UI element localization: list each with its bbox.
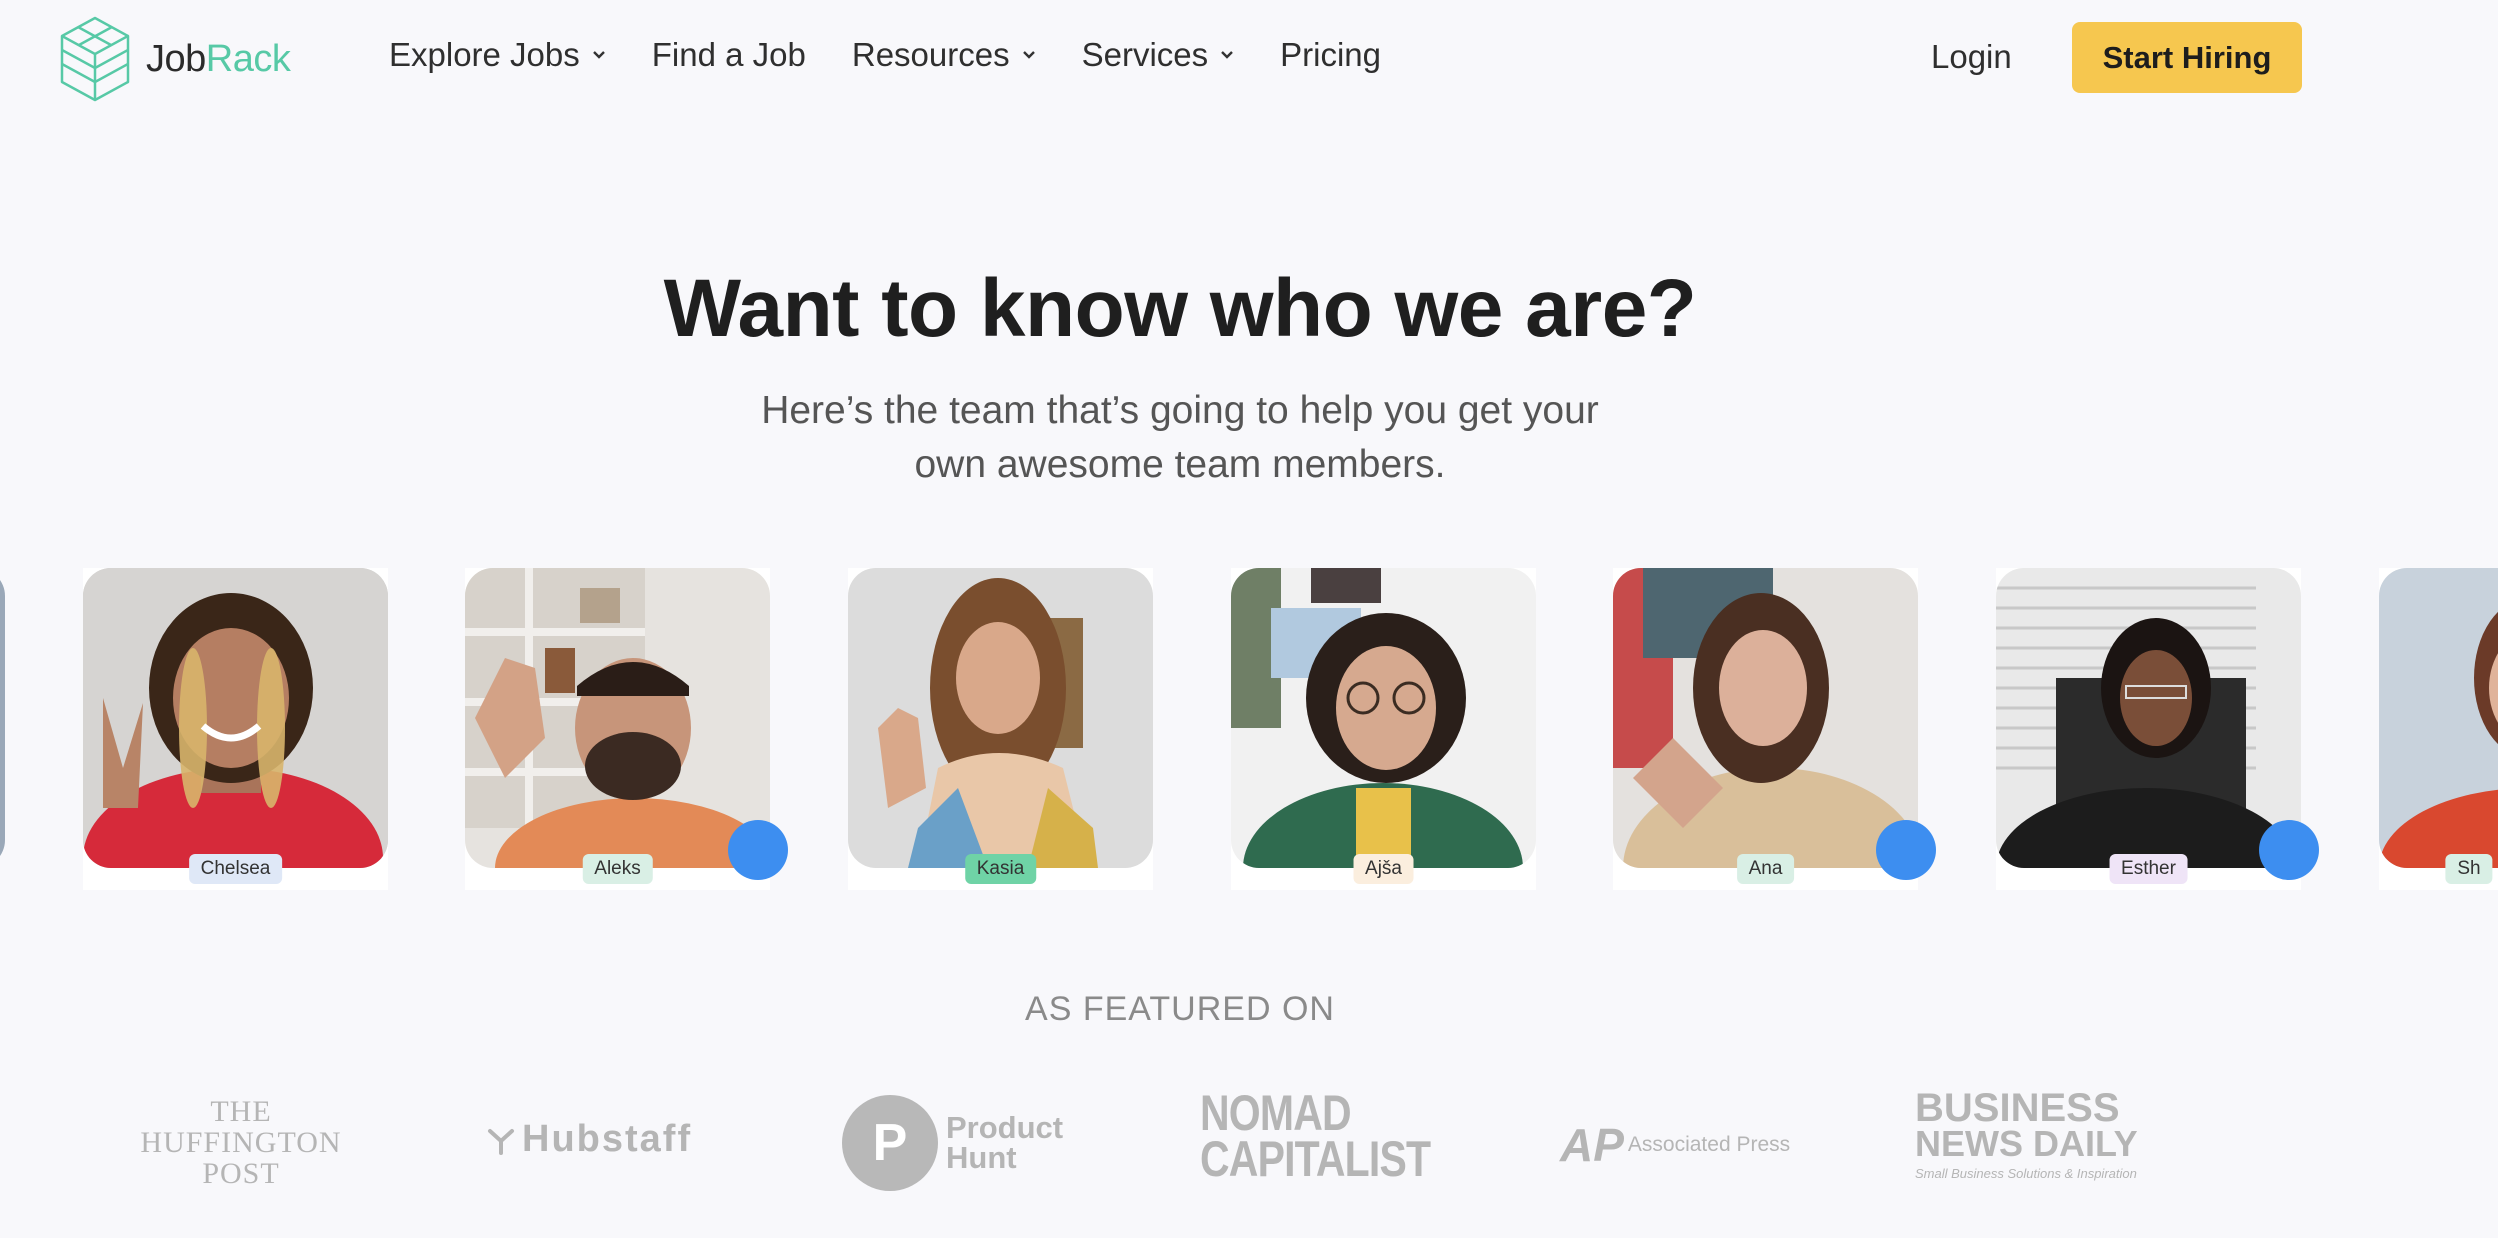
bnd-line-1: BUSINESS bbox=[1915, 1086, 2120, 1130]
product-hunt-icon: P bbox=[842, 1095, 938, 1191]
nav-pricing[interactable]: Pricing bbox=[1280, 36, 1381, 74]
product-hunt-logo: P Product Hunt bbox=[842, 1095, 1063, 1191]
nav-services-label: Services bbox=[1081, 36, 1209, 73]
team-card-ana[interactable]: Ana bbox=[1613, 568, 1936, 890]
team-name-tag: Kasia bbox=[964, 854, 1037, 884]
nav-resources-label: Resources bbox=[851, 36, 1010, 73]
nav-explore-jobs[interactable]: Explore Jobs bbox=[389, 36, 606, 74]
decorative-dot bbox=[728, 820, 788, 880]
ap-mark: AP bbox=[1560, 1119, 1624, 1171]
team-name-tag: Aleks bbox=[582, 854, 653, 884]
nomad-line-2: CAPITALIST bbox=[1200, 1131, 1431, 1187]
associated-press-logo: AP Associated Press bbox=[1560, 1118, 1790, 1172]
huffington-line-1: THE bbox=[210, 1095, 272, 1128]
decorative-dot bbox=[1876, 820, 1936, 880]
start-hiring-button[interactable]: Start Hiring bbox=[2072, 22, 2302, 93]
team-photo bbox=[83, 568, 388, 868]
nav-links: Explore Jobs Find a Job Resources Servic… bbox=[389, 36, 1427, 74]
bnd-tagline: Small Business Solutions & Inspiration bbox=[1915, 1166, 2137, 1181]
nav-explore-jobs-label: Explore Jobs bbox=[389, 36, 580, 73]
team-name-tag: Ana bbox=[1736, 854, 1795, 884]
team-card-ajsa[interactable]: Ajša bbox=[1231, 568, 1536, 890]
team-photo bbox=[1613, 568, 1918, 868]
nav-find-a-job[interactable]: Find a Job bbox=[652, 36, 806, 74]
team-card-partial-left[interactable] bbox=[0, 568, 5, 868]
team-name-tag: Chelsea bbox=[188, 854, 283, 884]
hero-subtitle: Here’s the team that’s going to help you… bbox=[0, 384, 2360, 492]
team-photo bbox=[2379, 568, 2498, 868]
huffington-line-2: HUFFINGTON bbox=[140, 1126, 342, 1159]
team-photo bbox=[1231, 568, 1536, 868]
chevron-down-icon bbox=[592, 51, 605, 59]
product-hunt-line-1: Product bbox=[946, 1110, 1064, 1145]
nav-find-a-job-label: Find a Job bbox=[651, 36, 806, 73]
ap-text: Associated Press bbox=[1627, 1133, 1791, 1156]
team-card-kasia[interactable]: Kasia bbox=[848, 568, 1153, 890]
huffington-line-3: POST bbox=[202, 1157, 280, 1190]
cube-logo-icon bbox=[60, 16, 130, 102]
team-card-chelsea[interactable]: Chelsea bbox=[83, 568, 388, 890]
team-photo bbox=[848, 568, 1153, 868]
bnd-line-2: NEWS DAILY bbox=[1915, 1123, 2138, 1164]
chevron-down-icon bbox=[1022, 51, 1035, 59]
hubstaff-logo: Hubstaff bbox=[484, 1118, 692, 1161]
nomad-line-1: NOMAD bbox=[1200, 1085, 1352, 1141]
hubstaff-text: Hubstaff bbox=[522, 1118, 693, 1160]
team-card-aleks[interactable]: Aleks bbox=[465, 568, 788, 890]
nav-resources[interactable]: Resources bbox=[852, 36, 1036, 74]
top-navigation: JobRack Explore Jobs Find a Job Resource… bbox=[0, 0, 2498, 118]
chevron-down-icon bbox=[1221, 51, 1233, 59]
business-news-daily-logo: BUSINESS NEWS DAILY Small Business Solut… bbox=[1915, 1086, 2138, 1181]
brand-name-part1: Job bbox=[146, 37, 206, 80]
huffington-post-logo: THE HUFFINGTON POST bbox=[126, 1096, 356, 1189]
team-name-tag: Sh bbox=[2445, 854, 2493, 884]
brand-name-part2: Rack bbox=[205, 37, 291, 80]
jobrack-logo[interactable]: JobRack bbox=[58, 14, 291, 104]
press-logos: THE HUFFINGTON POST Hubstaff P Product H… bbox=[0, 1085, 2498, 1200]
featured-on-heading: AS FEATURED ON bbox=[1025, 990, 1335, 1028]
nomad-capitalist-logo: NOMAD CAPITALIST bbox=[1200, 1085, 1431, 1187]
login-link[interactable]: Login bbox=[1931, 38, 2012, 76]
team-photo bbox=[465, 568, 770, 868]
nav-pricing-label: Pricing bbox=[1280, 36, 1382, 73]
nav-services[interactable]: Services bbox=[1082, 36, 1235, 74]
hero-subtitle-line-1: Here’s the team that’s going to help you… bbox=[761, 389, 1599, 432]
hero-subtitle-line-2: own awesome team members. bbox=[914, 443, 1446, 486]
team-photo bbox=[1996, 568, 2301, 868]
team-name-tag: Ajša bbox=[1353, 854, 1414, 884]
product-hunt-line-2: Hunt bbox=[946, 1140, 1017, 1175]
brand-name: JobRack bbox=[146, 37, 291, 81]
team-card-partial-right[interactable]: Sh bbox=[2379, 568, 2498, 890]
hubstaff-icon bbox=[488, 1128, 514, 1155]
team-carousel[interactable]: Chelsea Aleks Kasia Ajša Ana Esther Sh bbox=[0, 568, 2498, 890]
team-card-esther[interactable]: Esther bbox=[1996, 568, 2319, 890]
team-name-tag: Esther bbox=[2109, 854, 2188, 884]
page-title: Want to know who we are? bbox=[663, 263, 1697, 354]
decorative-dot bbox=[2259, 820, 2319, 880]
